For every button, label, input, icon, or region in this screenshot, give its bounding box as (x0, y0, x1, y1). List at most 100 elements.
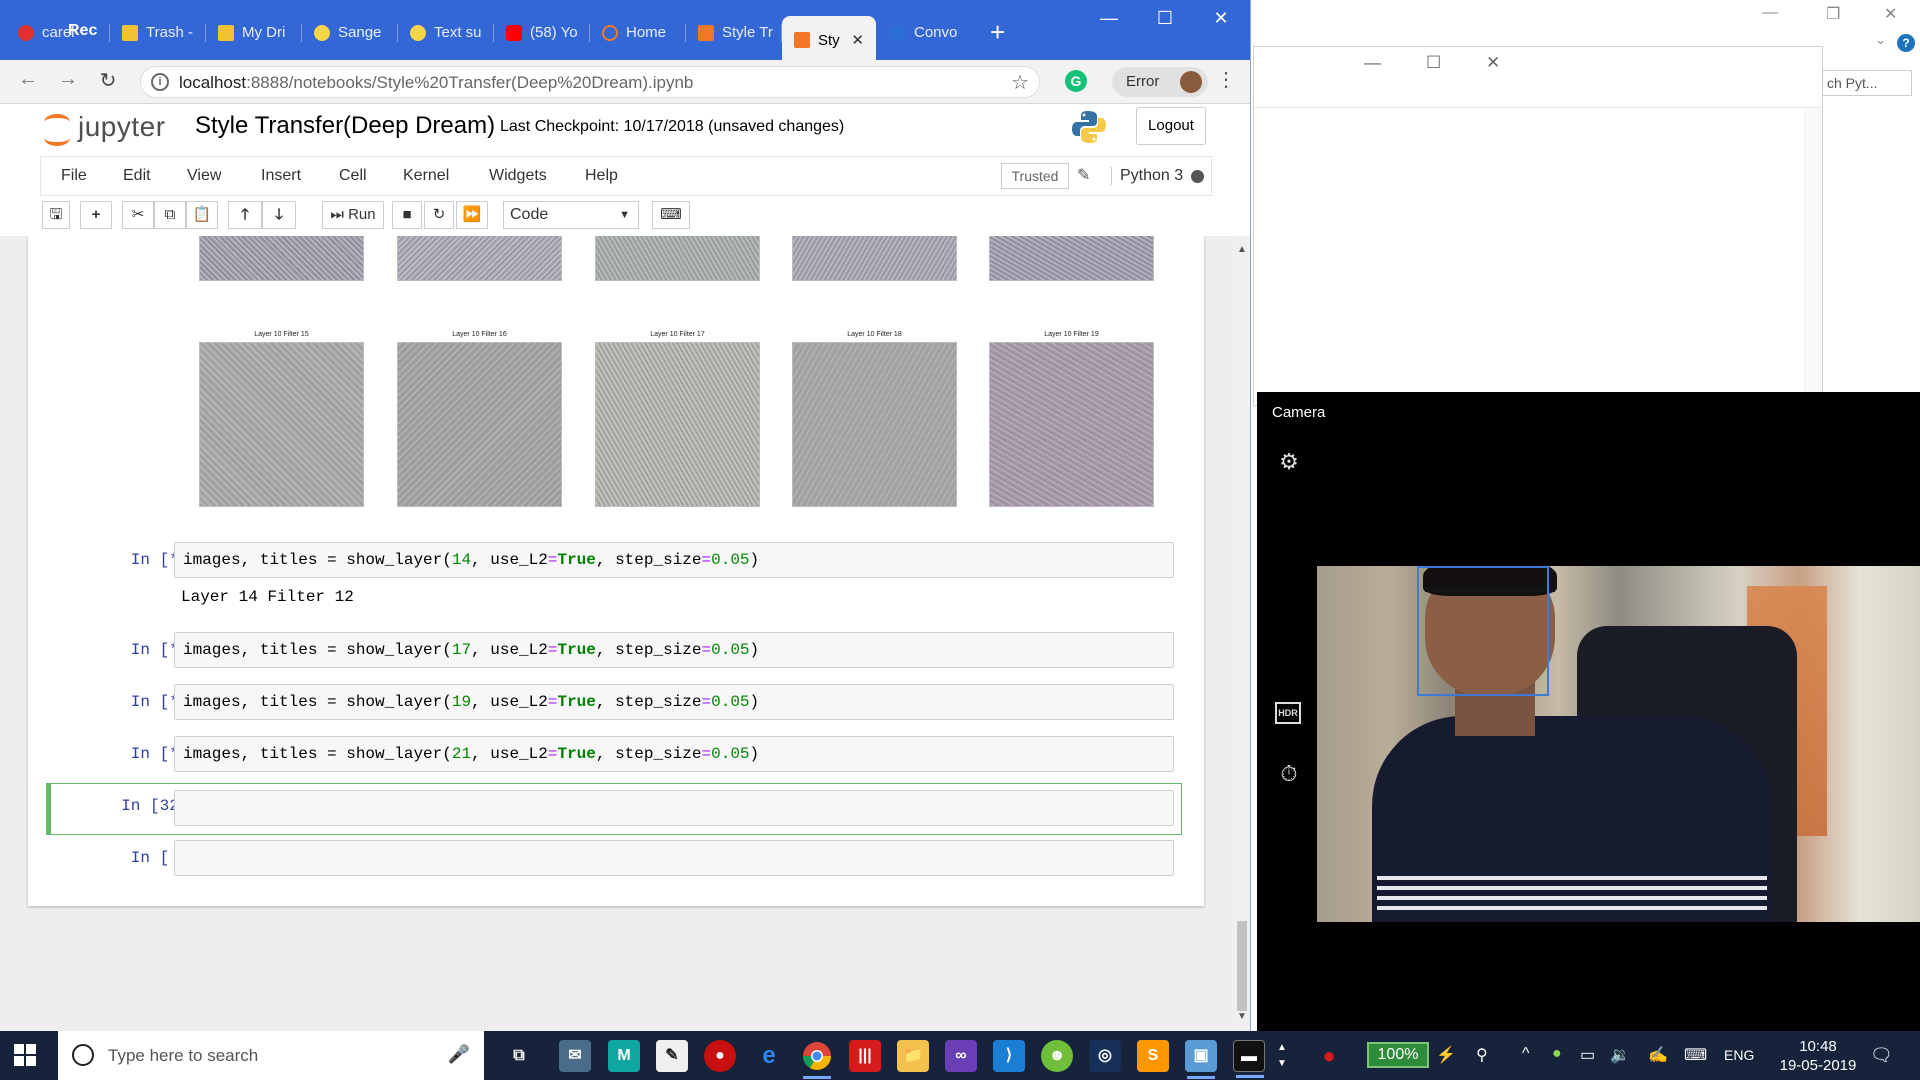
code-cell-input-empty[interactable] (174, 790, 1174, 826)
notebook-container[interactable]: Layer 10 Filter 15 Layer 10 Filter 16 La… (0, 236, 1240, 1031)
android-icon[interactable]: ☻ (1041, 1040, 1073, 1072)
zoom-battery-indicator[interactable]: 100% (1367, 1042, 1429, 1068)
cell-type-select[interactable]: Code ▼ (503, 201, 639, 229)
winrar-icon[interactable]: ||| (849, 1040, 881, 1072)
minimize-icon[interactable]: — (1762, 4, 1778, 22)
chevron-down-icon[interactable]: ⌄ (1875, 32, 1886, 48)
search-python-input[interactable]: ch Pyt... (1822, 70, 1912, 96)
camera-taskbar-icon[interactable]: ▣ (1185, 1040, 1217, 1079)
maple-icon[interactable]: M (608, 1040, 640, 1072)
task-view-icon[interactable]: ⧉ (503, 1040, 535, 1072)
tab-youtube[interactable]: (58) Yo (494, 16, 590, 49)
cut-icon[interactable]: ✂ (122, 201, 154, 229)
close-icon[interactable]: ✕ (1486, 53, 1500, 73)
run-button[interactable]: ⏭ Run (322, 201, 384, 229)
keyboard-icon[interactable]: ⌨ (652, 201, 690, 229)
vscode-icon[interactable]: ⟩ (993, 1040, 1025, 1072)
tab-convo[interactable]: Convo (878, 16, 974, 49)
profile-error-button[interactable]: Error (1112, 67, 1208, 97)
clock[interactable]: 10:48 19-05-2019 (1778, 1037, 1858, 1075)
keyboard-tray-icon[interactable]: ⌨ (1684, 1045, 1707, 1065)
insert-cell-icon[interactable]: + (80, 201, 112, 229)
kebab-menu-icon[interactable]: ⋮ (1216, 70, 1236, 90)
forward-icon[interactable]: → (54, 68, 82, 91)
menu-insert[interactable]: Insert (261, 167, 301, 185)
code-cell-input[interactable]: images, titles = show_layer(17, use_L2=T… (174, 632, 1174, 668)
lightning-icon[interactable]: ⚡ (1436, 1045, 1456, 1065)
windows-start-icon[interactable] (14, 1044, 36, 1066)
chrome-icon[interactable] (801, 1040, 833, 1079)
chevron-up-icon[interactable]: ^ (1522, 1045, 1530, 1063)
mail-icon[interactable]: ✉ (559, 1040, 591, 1072)
move-down-icon[interactable]: 🡓 (262, 201, 296, 229)
sublime-icon[interactable]: S (1137, 1040, 1169, 1072)
tab-sange[interactable]: Sange (302, 16, 398, 49)
battery-icon[interactable]: ▭ (1580, 1045, 1595, 1065)
menu-kernel[interactable]: Kernel (403, 167, 449, 185)
help-icon[interactable]: ? (1897, 34, 1915, 52)
tab-carel[interactable]: carel Rec (6, 16, 110, 49)
code-cell-input[interactable]: images, titles = show_layer(21, use_L2=T… (174, 736, 1174, 772)
info-icon[interactable]: i (151, 73, 169, 91)
gear-icon[interactable]: ⚙ (1275, 448, 1303, 476)
scroll-thumb[interactable] (1237, 921, 1247, 1011)
tab-home[interactable]: Home (590, 16, 686, 49)
reload-icon[interactable]: ↻ (94, 68, 122, 93)
scroll-down-icon[interactable]: ▼ (1237, 1011, 1247, 1022)
back-icon[interactable]: ← (14, 68, 42, 91)
copy-icon[interactable]: ⧉ (154, 201, 186, 229)
tab-my-drive[interactable]: My Dri (206, 16, 302, 49)
tab-trash[interactable]: Trash - (110, 16, 206, 49)
code-cell-input-empty[interactable] (174, 840, 1174, 876)
scroll-up-icon[interactable]: ▲ (1237, 244, 1247, 255)
menu-file[interactable]: File (61, 167, 87, 185)
move-up-icon[interactable]: 🡑 (228, 201, 262, 229)
save-icon[interactable]: 🖫 (42, 201, 70, 229)
menu-cell[interactable]: Cell (339, 167, 367, 185)
steam-icon[interactable]: ◎ (1089, 1040, 1121, 1072)
android-tray-icon[interactable]: ● (1552, 1045, 1562, 1063)
restart-run-all-icon[interactable]: ⏩ (456, 201, 488, 229)
microphone-icon[interactable]: 🎤 (448, 1044, 470, 1065)
close-icon[interactable]: ✕ (1884, 4, 1897, 24)
hdr-icon[interactable]: HDR (1275, 702, 1301, 724)
language-indicator[interactable]: ENG (1724, 1047, 1754, 1063)
taskbar-overflow-icon[interactable]: ▲ ▼ (1273, 1040, 1291, 1072)
tab-style-transfer[interactable]: Style Tr (686, 16, 782, 49)
close-tab-icon[interactable]: ✕ (851, 31, 864, 49)
notebook-scrollbar[interactable]: ▲ ▼ (1233, 236, 1250, 1031)
jupyter-logo[interactable]: jupyter (44, 110, 166, 146)
terminal-icon[interactable]: ▬ (1233, 1040, 1265, 1078)
code-cell-input[interactable]: images, titles = show_layer(19, use_L2=T… (174, 684, 1174, 720)
kernel-name[interactable]: Python 3 (1111, 167, 1183, 185)
volume-icon[interactable]: 🔉 (1610, 1045, 1630, 1065)
recorder-tray-icon[interactable]: ● (1313, 1040, 1345, 1072)
paste-icon[interactable]: 📋 (186, 201, 218, 229)
stop-icon[interactable]: ■ (392, 201, 422, 229)
scrollbar[interactable] (1804, 109, 1822, 405)
code-cell-input[interactable]: images, titles = show_layer(14, use_L2=T… (174, 542, 1174, 578)
address-bar[interactable]: i localhost:8888/notebooks/Style%20Trans… (140, 66, 1040, 98)
logout-button[interactable]: Logout (1136, 107, 1206, 145)
grammarly-icon[interactable]: G (1065, 70, 1087, 92)
action-center-icon[interactable]: 🗨 (1870, 1045, 1893, 1066)
pencil-icon[interactable]: ✎ (1077, 165, 1090, 185)
menu-edit[interactable]: Edit (123, 167, 151, 185)
draw-icon[interactable]: ✎ (656, 1040, 688, 1072)
visual-studio-icon[interactable]: ∞ (945, 1040, 977, 1072)
taskbar-search[interactable]: Type here to search 🎤 (58, 1031, 484, 1080)
pen-icon[interactable]: ✍ (1648, 1045, 1668, 1065)
minimize-icon[interactable]: — (1364, 53, 1381, 73)
menu-view[interactable]: View (187, 167, 221, 185)
tab-style-active[interactable]: Sty ✕ (782, 16, 876, 64)
file-explorer-icon[interactable]: 📁 (897, 1040, 929, 1072)
new-tab-button[interactable]: + (990, 19, 1005, 45)
menu-help[interactable]: Help (585, 167, 618, 185)
trusted-badge[interactable]: Trusted (1001, 163, 1069, 189)
close-icon[interactable]: ✕ (1206, 8, 1236, 29)
timer-icon[interactable]: ⏱ (1275, 760, 1303, 788)
minimize-icon[interactable]: — (1094, 8, 1124, 29)
restore-icon[interactable]: ❐ (1826, 4, 1840, 24)
maximize-icon[interactable]: ☐ (1150, 8, 1180, 29)
edge-icon[interactable]: e (753, 1040, 785, 1072)
